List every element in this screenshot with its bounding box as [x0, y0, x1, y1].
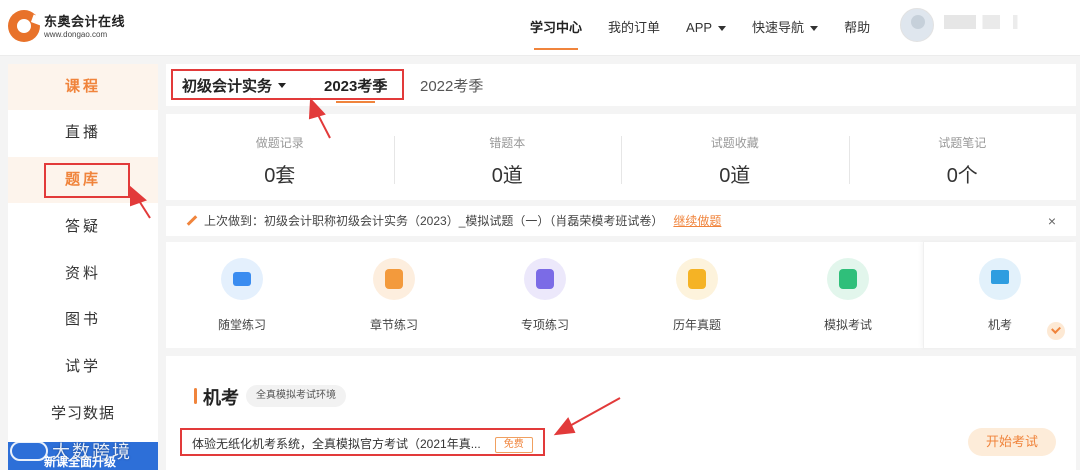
- chevron-down-icon: [718, 25, 727, 31]
- practice-modes: 随堂练习 章节练习 专项练习 历年真题 模拟考试 机考: [166, 242, 1076, 348]
- mode-chapter-practice[interactable]: 章节练习: [318, 242, 470, 348]
- monitor-icon: [979, 258, 1021, 300]
- stat-notes[interactable]: 试题笔记 0个: [848, 114, 1077, 200]
- mode-label: 模拟考试: [823, 318, 872, 332]
- annotation-box-subject: [171, 69, 404, 100]
- site-logo[interactable]: 东奥会计在线 www.dongao.com: [8, 8, 148, 48]
- username-blurred[interactable]: [944, 15, 1024, 29]
- watermark: 大数跨境: [10, 438, 132, 464]
- sidebar-item-materials[interactable]: 资料: [8, 251, 158, 297]
- logo-url: www.dongao.com: [44, 30, 108, 39]
- logo-mark-icon: [8, 10, 44, 42]
- close-icon[interactable]: ×: [1048, 206, 1056, 236]
- nav-study-center[interactable]: 学习中心: [530, 0, 582, 56]
- mode-mock-exam[interactable]: 模拟考试: [772, 242, 924, 348]
- checklist-icon: [524, 258, 566, 300]
- stat-practice-records[interactable]: 做题记录 0套: [166, 114, 394, 200]
- start-exam-button[interactable]: 开始考试: [968, 428, 1056, 456]
- top-bar: 东奥会计在线 www.dongao.com 学习中心 我的订单 APP 快速导航…: [0, 0, 1080, 56]
- stat-label: 试题收藏: [710, 136, 759, 150]
- nav-my-orders[interactable]: 我的订单: [608, 0, 660, 56]
- video-icon: [221, 258, 263, 300]
- mode-label: 历年真题: [672, 318, 721, 332]
- sidebar-item-trial[interactable]: 试学: [8, 344, 158, 390]
- nav-help[interactable]: 帮助: [844, 0, 870, 56]
- stat-favorites[interactable]: 试题收藏 0道: [621, 114, 849, 200]
- section-title: 机考: [203, 388, 239, 408]
- sidebar-item-course[interactable]: 课程: [8, 64, 158, 110]
- mode-topic-practice[interactable]: 专项练习: [469, 242, 621, 348]
- sidebar-item-live[interactable]: 直播: [8, 110, 158, 156]
- stat-wrong-questions[interactable]: 错题本 0道: [393, 114, 622, 200]
- tab-season-2022[interactable]: 2022考季: [420, 75, 483, 96]
- mode-label: 章节练习: [369, 318, 418, 332]
- logo-text: 东奥会计在线: [44, 14, 126, 29]
- exam-icon: [827, 258, 869, 300]
- stat-value: 0道: [491, 165, 523, 187]
- sidebar-item-books[interactable]: 图书: [8, 297, 158, 343]
- annotation-box-exam-item: [180, 428, 545, 456]
- sidebar-item-study-data[interactable]: 学习数据: [8, 391, 158, 437]
- watermark-logo-icon: [10, 441, 48, 461]
- mode-past-exams[interactable]: 历年真题: [621, 242, 773, 348]
- stat-label: 试题笔记: [938, 136, 987, 150]
- stat-value: 0道: [719, 165, 751, 187]
- mode-label: 随堂练习: [217, 318, 266, 332]
- chevron-down-icon: [810, 25, 819, 31]
- stat-value: 0套: [264, 165, 296, 187]
- section-tag: 全真模拟考试环境: [246, 385, 346, 407]
- main-nav: 学习中心 我的订单 APP 快速导航 帮助: [530, 0, 896, 56]
- book-icon: [373, 258, 415, 300]
- check-icon: [1047, 322, 1065, 340]
- star-icon: [676, 258, 718, 300]
- sidebar-item-qa[interactable]: 答疑: [8, 204, 158, 250]
- mode-computer-exam[interactable]: 机考: [923, 242, 1075, 348]
- mode-label: 专项练习: [520, 318, 569, 332]
- nav-quick-nav[interactable]: 快速导航: [752, 0, 819, 56]
- stat-label: 做题记录: [255, 136, 304, 150]
- avatar[interactable]: [900, 8, 934, 42]
- last-progress-bar: 上次做到：初级会计职称初级会计实务（2023）_模拟试题（一）（肖磊荣模考班试卷…: [166, 206, 1076, 236]
- last-progress-text: 上次做到：初级会计职称初级会计实务（2023）_模拟试题（一）（肖磊荣模考班试卷…: [204, 214, 664, 228]
- stat-label: 错题本: [489, 136, 526, 150]
- mode-class-practice[interactable]: 随堂练习: [166, 242, 318, 348]
- continue-link[interactable]: 继续做题: [673, 214, 721, 228]
- section-accent-bar: [194, 388, 197, 404]
- pencil-icon: [186, 215, 198, 226]
- annotation-box-question-bank: [44, 163, 130, 198]
- stats-panel: 做题记录 0套 错题本 0道 试题收藏 0道 试题笔记 0个: [166, 114, 1076, 200]
- nav-app[interactable]: APP: [686, 0, 727, 56]
- sidebar: 课程 直播 题库 答疑 资料 图书 试学 学习数据 新课全面升级: [8, 64, 158, 470]
- stat-value: 0个: [946, 165, 978, 187]
